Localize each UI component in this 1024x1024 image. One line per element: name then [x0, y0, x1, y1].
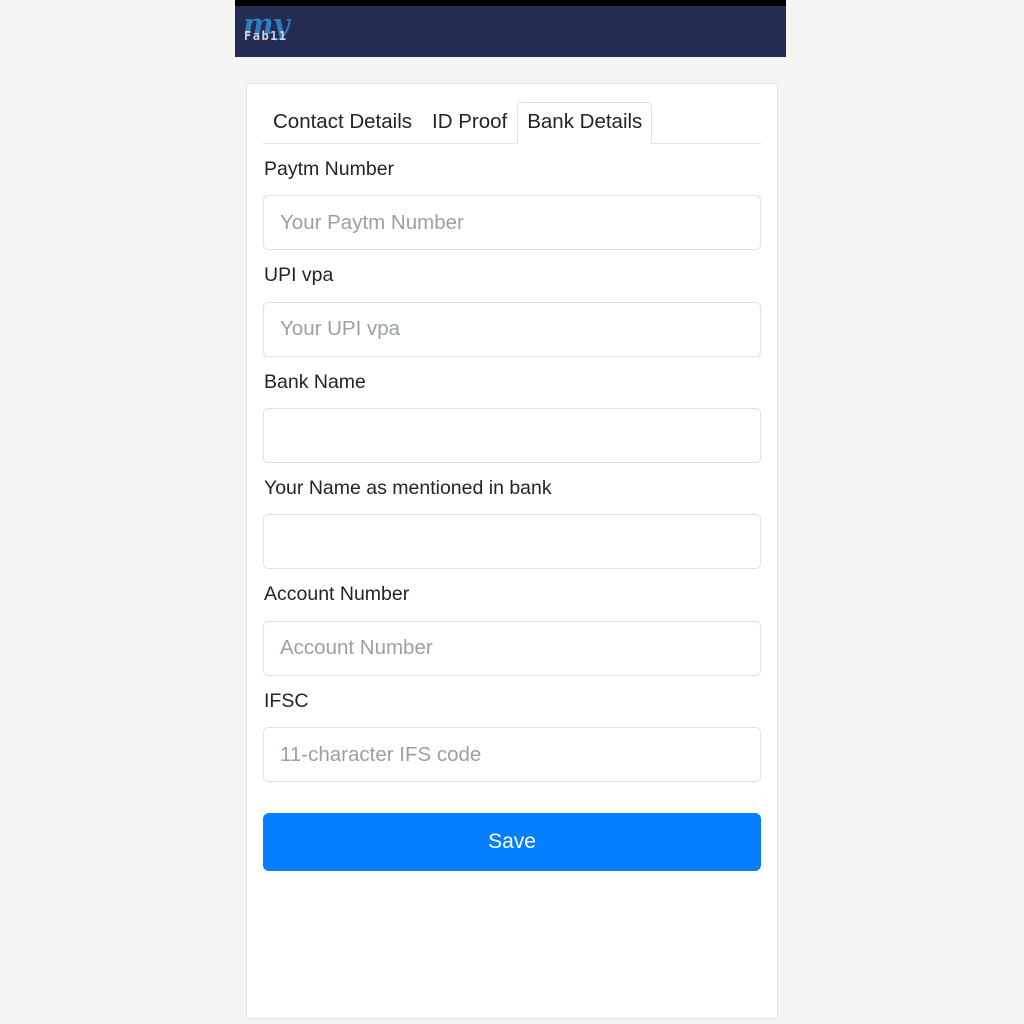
ifsc-input[interactable] — [263, 727, 761, 783]
field-label-account-holder-name: Your Name as mentioned in bank — [264, 477, 552, 500]
field-upi-vpa: UPI vpa — [263, 250, 761, 357]
tab-bank-details[interactable]: Bank Details — [517, 102, 653, 144]
field-label-paytm-number: Paytm Number — [264, 158, 395, 180]
field-label-bank-name: Bank Name — [264, 370, 366, 393]
app-root: my Fab11 Contact Details ID Proof Bank D… — [0, 0, 1024, 1024]
field-label-account-number: Account Number — [264, 583, 410, 606]
field-ifsc: IFSC — [263, 676, 761, 783]
bank-name-input[interactable] — [263, 408, 761, 464]
field-label-ifsc: IFSC — [264, 689, 309, 712]
tab-contact-details[interactable]: Contact Details — [263, 102, 422, 143]
save-button[interactable]: Save — [263, 813, 761, 872]
bank-details-card: Contact Details ID Proof Bank Details Pa… — [246, 83, 778, 1019]
app-header: my Fab11 — [235, 6, 786, 57]
field-account-number: Account Number — [263, 569, 761, 676]
tab-bar: Contact Details ID Proof Bank Details — [263, 102, 761, 144]
field-paytm-number: Paytm Number — [263, 144, 761, 251]
save-button-container: Save — [247, 782, 777, 872]
field-account-holder-name: Your Name as mentioned in bank — [263, 463, 761, 570]
brand-logo-secondary: Fab11 — [244, 29, 288, 43]
field-bank-name: Bank Name — [263, 357, 761, 464]
tab-id-proof[interactable]: ID Proof — [422, 102, 517, 143]
brand-logo[interactable]: my Fab11 — [241, 10, 361, 54]
upi-vpa-input[interactable] — [263, 301, 761, 357]
account-number-input[interactable] — [263, 620, 761, 676]
field-label-upi-vpa: UPI vpa — [264, 264, 334, 287]
paytm-number-input[interactable] — [263, 195, 761, 251]
bank-details-form: Paytm Number UPI vpa Bank Name Your Name… — [247, 144, 777, 783]
account-holder-name-input[interactable] — [263, 514, 761, 570]
